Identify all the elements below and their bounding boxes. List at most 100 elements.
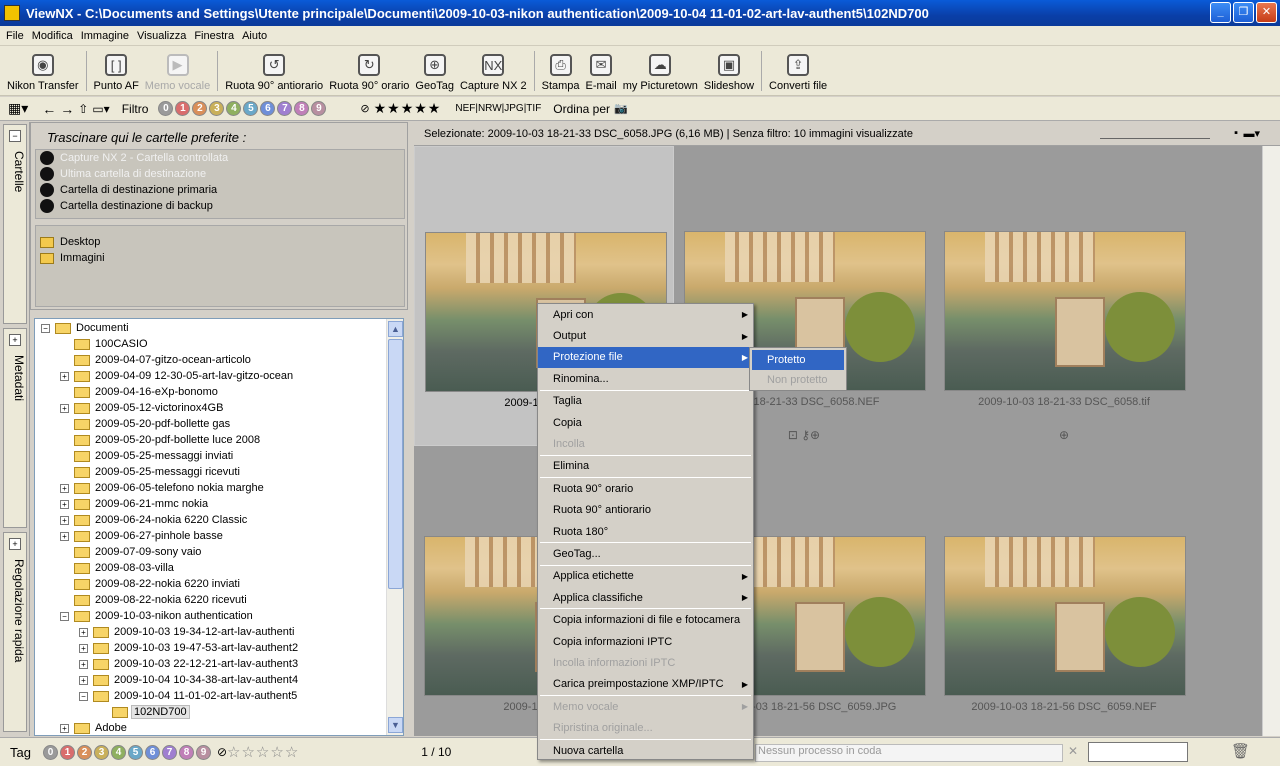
menu-item-copia-informazioni-iptc[interactable]: Copia informazioni IPTC [538, 631, 753, 652]
tree-row[interactable]: − 2009-10-04 11-01-02-art-lav-authent5 [35, 688, 403, 704]
menu-item-elimina[interactable]: Elimina [538, 456, 753, 477]
tree-row[interactable]: 2009-04-16-eXp-bonomo [35, 384, 403, 400]
collapse-icon[interactable]: − [60, 611, 69, 621]
favorite-item[interactable]: Cartella di destinazione primaria [36, 182, 404, 198]
toolbar-stampa-button[interactable]: ⎙ Stampa [539, 54, 583, 95]
rating-tag[interactable]: ☆☆☆☆☆ [227, 743, 299, 761]
label-9-badge[interactable]: 9 [195, 744, 211, 760]
grid-view-icon[interactable]: ▪ [1234, 127, 1238, 139]
menu-item-copia[interactable]: Copia [538, 412, 753, 433]
label-8-badge[interactable]: 8 [178, 744, 194, 760]
scroll-up-arrow[interactable]: ▲ [388, 321, 403, 337]
tree-row[interactable]: +2009-06-21-mmc nokia [35, 496, 403, 512]
sort-camera-icon[interactable]: 📷 [614, 102, 628, 115]
tree-row[interactable]: +2009-10-03 22-12-21-art-lav-authent3 [35, 656, 403, 672]
favorite-folder[interactable]: Desktop [36, 234, 404, 250]
menu-item-nuova-cartella[interactable]: Nuova cartella [538, 740, 753, 761]
grid-scrollbar[interactable] [1262, 146, 1280, 736]
toolbar-my-picturetown-button[interactable]: ☁ my Picturetown [620, 54, 701, 95]
menu-modifica[interactable]: Modifica [28, 30, 77, 42]
thumbnail-cell[interactable]: 2009-10-03 18-21-33 DSC_6058.tif ⊕ [934, 146, 1194, 446]
view-mode-button[interactable]: ▦▾ [8, 100, 28, 117]
label-3-badge[interactable]: 3 [209, 101, 225, 116]
favorite-folder[interactable]: Immagini [36, 250, 404, 266]
toolbar-geotag-button[interactable]: ⊕ GeoTag [412, 54, 457, 95]
tree-scrollbar[interactable]: ▲ ▼ [386, 319, 403, 735]
tree-row[interactable]: 2009-08-03-villa [35, 560, 403, 576]
tree-row[interactable]: 2009-05-25-messaggi inviati [35, 448, 403, 464]
scroll-thumb[interactable] [388, 339, 403, 589]
label-5-badge[interactable]: 5 [127, 744, 143, 760]
menu-item-output[interactable]: Output ▶ [538, 325, 753, 346]
toolbar-slideshow-button[interactable]: ▣ Slideshow [701, 54, 757, 95]
submenu-item[interactable]: Protetto [752, 350, 844, 370]
expand-icon[interactable]: + [60, 403, 69, 413]
label-2-badge[interactable]: 2 [192, 101, 208, 116]
back-icon[interactable]: ← [42, 101, 56, 117]
tree-row[interactable]: − Documenti [35, 320, 403, 336]
expand-icon[interactable]: + [60, 371, 69, 381]
toolbar-punto-af-button[interactable]: [ ] Punto AF [91, 54, 142, 95]
label-0-badge[interactable]: 0 [158, 101, 174, 116]
label-1-badge[interactable]: 1 [175, 101, 191, 116]
tab-cartelle[interactable]: − Cartelle [3, 124, 27, 324]
thumbnail-cell[interactable]: 2009-10-03 18-21-56 DSC_6059.NEF [934, 451, 1194, 751]
thumbnail-image[interactable] [944, 536, 1186, 696]
label-3-badge[interactable]: 3 [93, 744, 109, 760]
menu-item-ruota-90-orario[interactable]: Ruota 90° orario [538, 478, 753, 499]
tree-row[interactable]: +2009-10-03 19-34-12-art-lav-authenti [35, 624, 403, 640]
menu-file[interactable]: File [2, 30, 28, 42]
thumbnail-image[interactable] [944, 231, 1186, 391]
tab-metadati[interactable]: + Metadati [3, 328, 27, 528]
tree-row[interactable]: 2009-07-09-sony vaio [35, 544, 403, 560]
label-2-badge[interactable]: 2 [76, 744, 92, 760]
menu-item-geotag[interactable]: GeoTag... [538, 543, 753, 564]
sort-label[interactable]: Ordina per [553, 102, 610, 116]
folder-menu-icon[interactable]: ▭▾ [92, 102, 109, 116]
zoom-slider[interactable] [1100, 129, 1210, 139]
tree-row[interactable]: +2009-10-04 10-34-38-art-lav-authent4 [35, 672, 403, 688]
expand-icon[interactable]: + [60, 499, 69, 509]
tree-row[interactable]: 2009-04-07-gitzo-ocean-articolo [35, 352, 403, 368]
favorite-item[interactable]: Cartella destinazione di backup [36, 198, 404, 214]
label-1-badge[interactable]: 1 [59, 744, 75, 760]
tree-row[interactable]: +2009-05-12-victorinox4GB [35, 400, 403, 416]
label-5-badge[interactable]: 5 [243, 101, 259, 116]
queue-field[interactable]: Nessun processo in coda [755, 744, 1063, 762]
label-4-badge[interactable]: 4 [226, 101, 242, 116]
expand-icon[interactable]: + [60, 723, 69, 733]
label-0-badge[interactable]: 0 [42, 744, 58, 760]
scroll-down-arrow[interactable]: ▼ [388, 717, 403, 733]
menu-finestra[interactable]: Finestra [190, 30, 238, 42]
collapse-icon[interactable]: − [79, 691, 88, 701]
expand-icon[interactable]: + [79, 643, 88, 653]
tree-row[interactable]: +2009-06-05-telefono nokia marghe [35, 480, 403, 496]
menu-aiuto[interactable]: Aiuto [238, 30, 271, 42]
expand-icon[interactable]: + [79, 627, 88, 637]
tree-row[interactable]: 2009-08-22-nokia 6220 ricevuti [35, 592, 403, 608]
tree-row[interactable]: +2009-10-03 19-47-53-art-lav-authent2 [35, 640, 403, 656]
tree-row[interactable]: 2009-05-25-messaggi ricevuti [35, 464, 403, 480]
toolbar-nikon-transfer-button[interactable]: ◉ Nikon Transfer [4, 54, 82, 95]
tree-row[interactable]: +2009-04-09 12-30-05-art-lav-gitzo-ocean [35, 368, 403, 384]
cancel-queue-icon[interactable]: ✕ [1068, 744, 1078, 758]
tree-row[interactable]: 102ND700 [35, 704, 403, 720]
menu-item-applica-etichette[interactable]: Applica etichette ▶ [538, 566, 753, 587]
expand-icon[interactable]: + [60, 483, 69, 493]
menu-item-copia-informazioni-di-file-e-fotocamera[interactable]: Copia informazioni di file e fotocamera [538, 609, 753, 630]
no-rating-tag-icon[interactable]: ⊘ [217, 745, 227, 759]
toolbar-converti-file-button[interactable]: ⇪ Converti file [766, 54, 830, 95]
menu-item-ruota-90-antiorario[interactable]: Ruota 90° antiorario [538, 500, 753, 521]
label-6-badge[interactable]: 6 [260, 101, 276, 116]
label-4-badge[interactable]: 4 [110, 744, 126, 760]
menu-item-apri-con[interactable]: Apri con ▶ [538, 304, 753, 325]
label-9-badge[interactable]: 9 [311, 101, 327, 116]
folder-up-icon[interactable]: ⇧ [78, 102, 88, 116]
label-7-badge[interactable]: 7 [161, 744, 177, 760]
tree-row[interactable]: + Adobe [35, 720, 403, 735]
toolbar-e-mail-button[interactable]: ✉ E-mail [583, 54, 620, 95]
menu-immagine[interactable]: Immagine [77, 30, 133, 42]
toolbar-ruota-90-orario-button[interactable]: ↻ Ruota 90° orario [326, 54, 412, 95]
expand-icon[interactable]: + [60, 515, 69, 525]
label-8-badge[interactable]: 8 [294, 101, 310, 116]
